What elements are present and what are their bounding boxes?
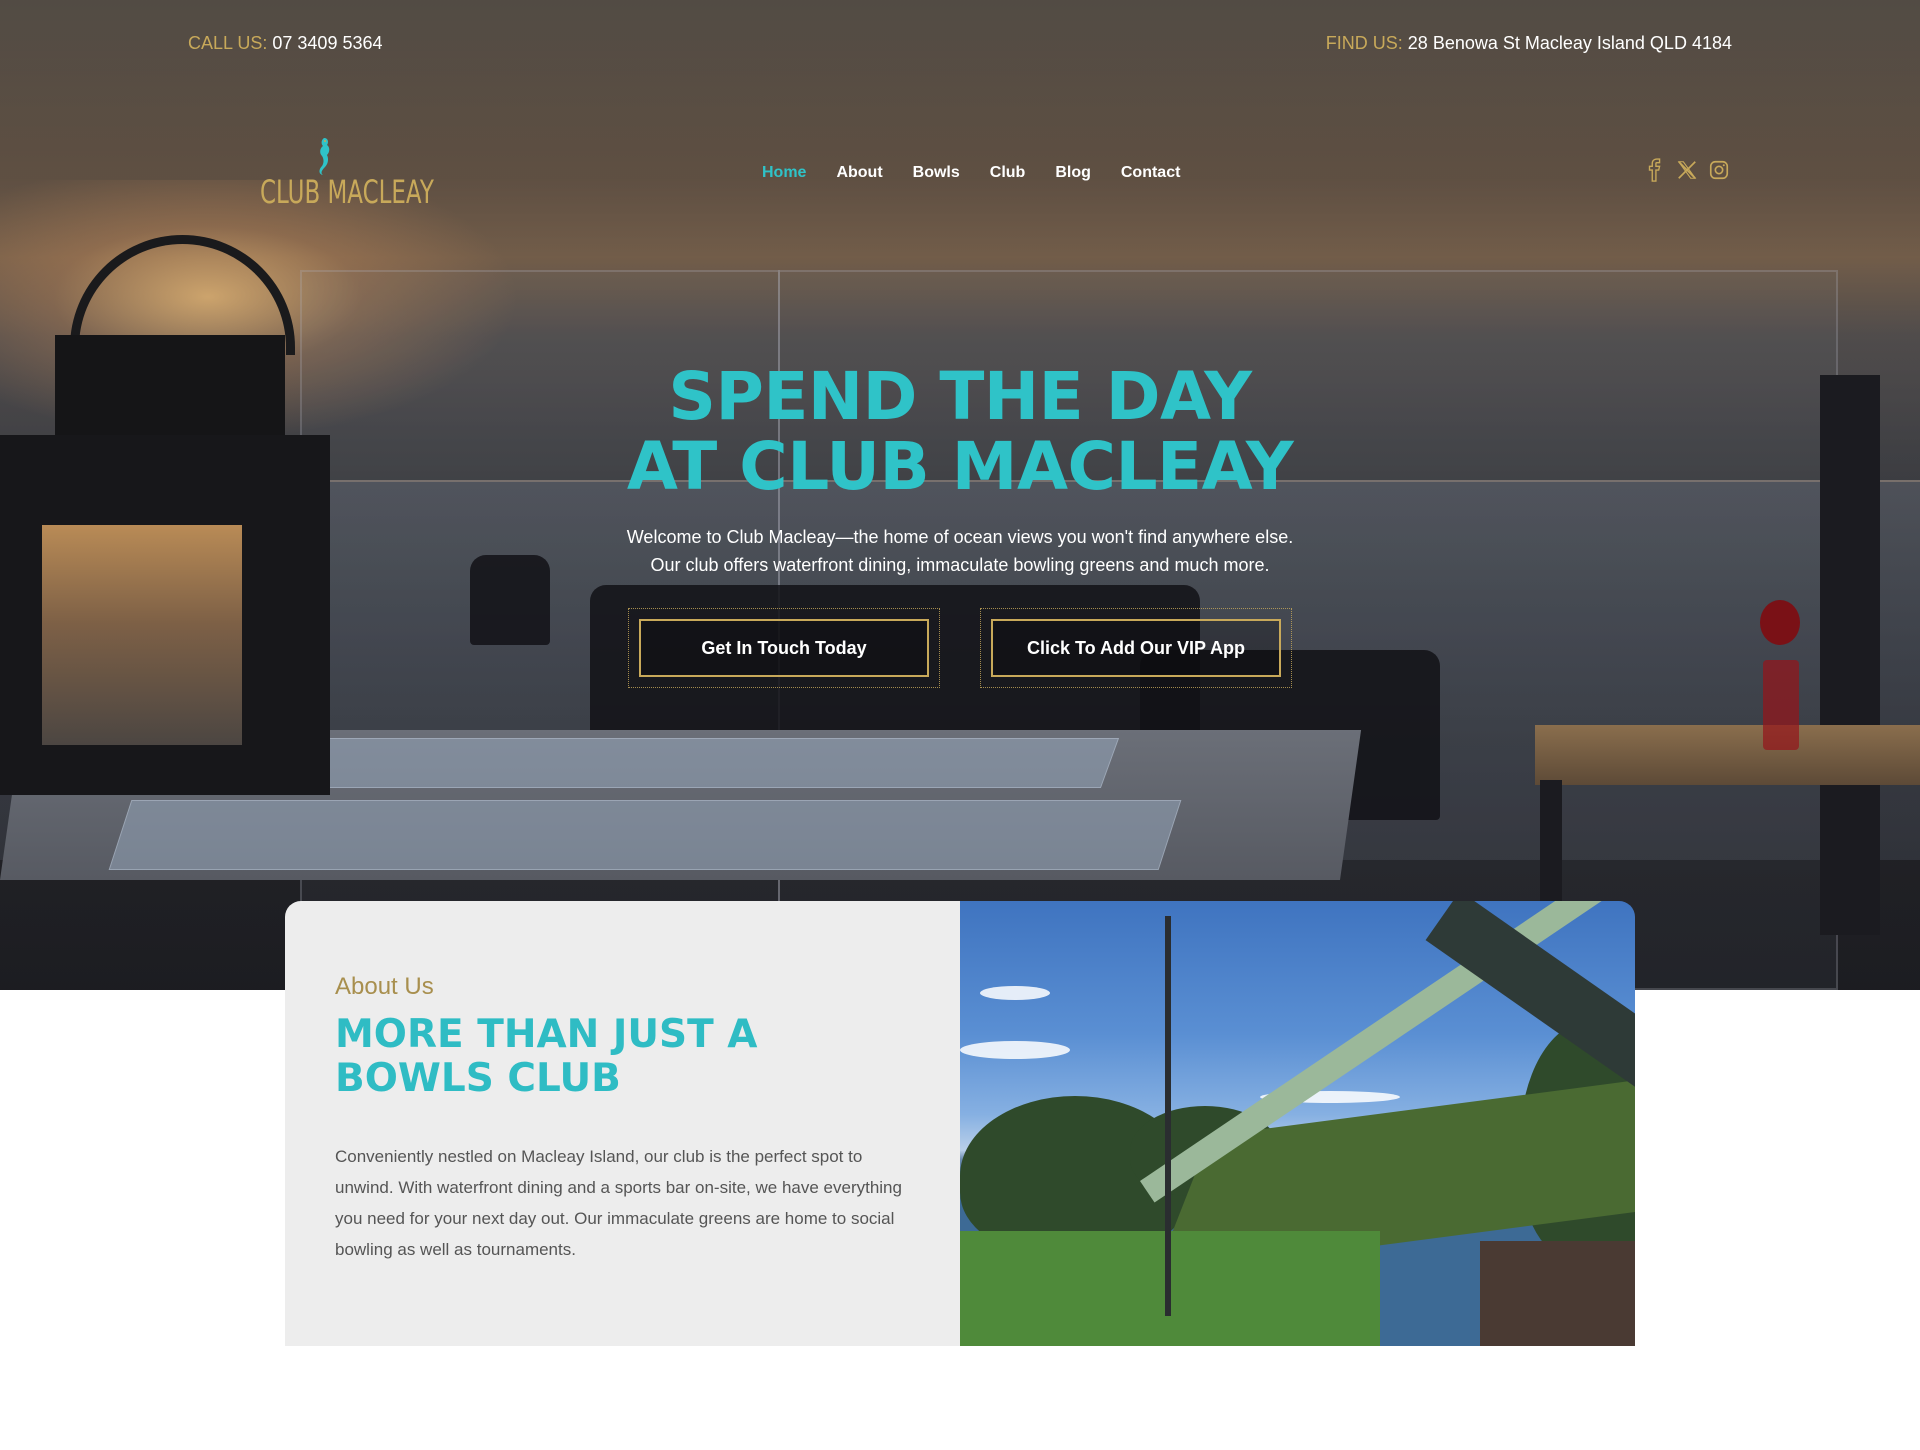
nav-blog[interactable]: Blog (1055, 164, 1091, 182)
light-pole (1165, 916, 1171, 1316)
about-eyebrow: About Us (335, 973, 434, 1000)
chair (470, 555, 550, 645)
about-body: Conveniently nestled on Macleay Island, … (335, 1147, 902, 1259)
find-us-label: FIND US: (1325, 33, 1403, 53)
deck (1480, 1241, 1635, 1346)
nav-bowls[interactable]: Bowls (913, 164, 960, 182)
about-title-line2: BOWLS CLUB (335, 1056, 621, 1101)
nav-club[interactable]: Club (990, 164, 1026, 182)
get-in-touch-button-frame: Get In Touch Today (628, 608, 940, 688)
nav-contact[interactable]: Contact (1121, 164, 1181, 182)
vase (1763, 660, 1799, 750)
instagram-icon[interactable] (1708, 158, 1730, 182)
rose (1760, 600, 1800, 645)
main-nav: Home About Bowls Club Blog Contact (762, 164, 1180, 182)
bowling-green-photo (960, 901, 1635, 1346)
facebook-icon[interactable] (1644, 158, 1666, 182)
club-logo[interactable]: CLUB MACLEAY (248, 136, 434, 216)
hero-title: SPEND THE DAY AT CLUB MACLEAY (0, 362, 1920, 502)
cloud (960, 1041, 1070, 1059)
x-twitter-icon[interactable] (1676, 158, 1698, 182)
phone-number[interactable]: 07 3409 5364 (272, 33, 382, 53)
placemat (108, 800, 1182, 870)
vip-app-button-frame: Click To Add Our VIP App (980, 608, 1292, 688)
about-card: About Us MORE THAN JUST A BOWLS CLUB Con… (285, 901, 960, 1346)
call-us[interactable]: CALL US: 07 3409 5364 (188, 33, 383, 54)
logo-wordmark: CLUB MACLEAY (260, 174, 434, 212)
hero-subtitle-line2: Our club offers waterfront dining, immac… (650, 555, 1270, 575)
seahorse-icon (319, 138, 330, 175)
hero-section: CALL US: 07 3409 5364 FIND US: 28 Benowa… (0, 0, 1920, 990)
vip-app-button[interactable]: Click To Add Our VIP App (991, 619, 1281, 677)
nav-home[interactable]: Home (762, 164, 806, 182)
hero-title-line1: SPEND THE DAY (668, 358, 1252, 435)
hero-title-line2: AT CLUB MACLEAY (626, 428, 1294, 505)
get-in-touch-button[interactable]: Get In Touch Today (639, 619, 929, 677)
find-us[interactable]: FIND US: 28 Benowa St Macleay Island QLD… (1326, 33, 1732, 54)
about-title: MORE THAN JUST A BOWLS CLUB (335, 1013, 895, 1101)
about-title-line1: MORE THAN JUST A (335, 1012, 758, 1057)
cloud (980, 986, 1050, 1000)
lantern (0, 235, 330, 795)
hero-subtitle: Welcome to Club Macleay—the home of ocea… (560, 523, 1360, 579)
social-links (1644, 158, 1730, 182)
top-contact-bar: CALL US: 07 3409 5364 FIND US: 28 Benowa… (0, 0, 1920, 90)
address[interactable]: 28 Benowa St Macleay Island QLD 4184 (1408, 33, 1732, 53)
call-us-label: CALL US: (188, 33, 268, 53)
side-table (1535, 725, 1920, 785)
nav-about[interactable]: About (836, 164, 882, 182)
hero-subtitle-line1: Welcome to Club Macleay—the home of ocea… (626, 527, 1294, 547)
